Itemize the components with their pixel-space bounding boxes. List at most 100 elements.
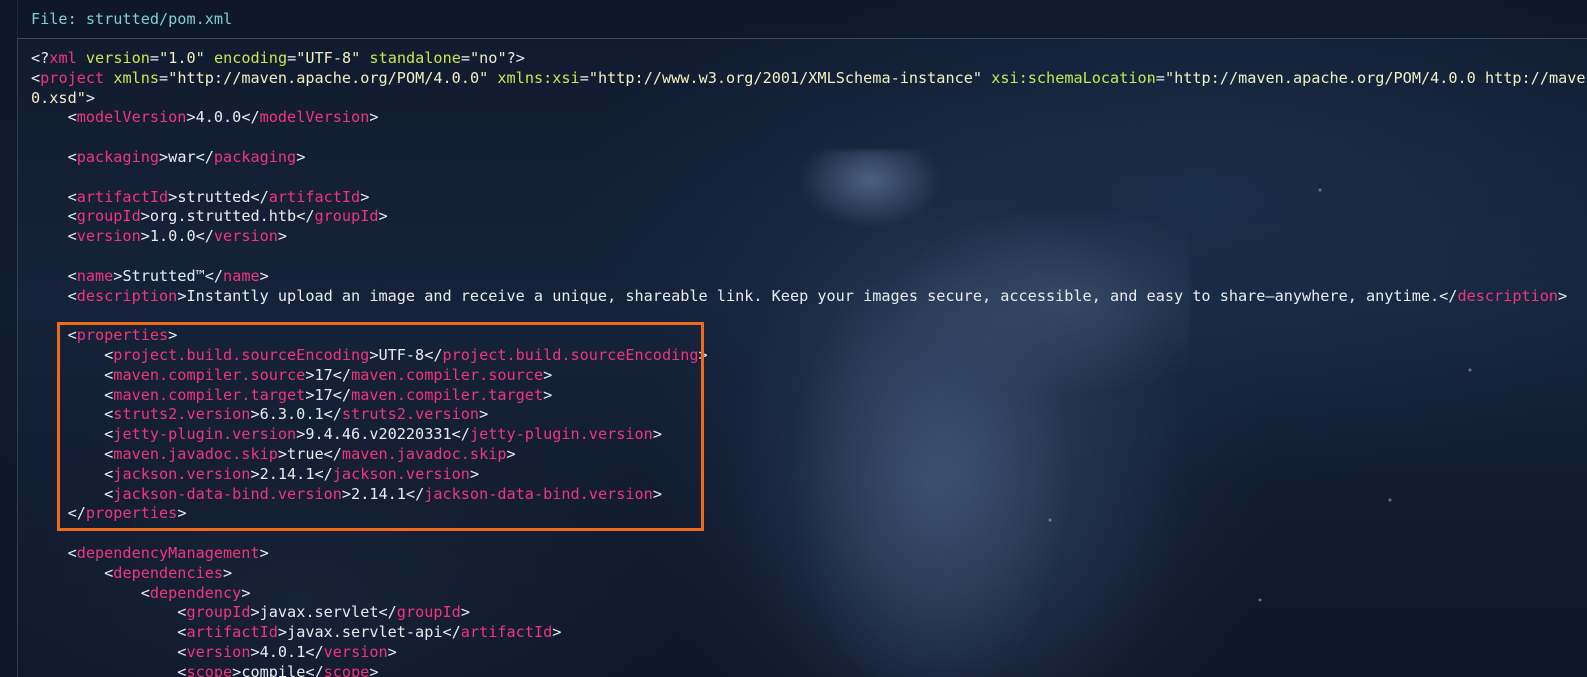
xml-tag-name: jackson.version: [113, 464, 251, 483]
xml-tag-name: version: [186, 642, 251, 661]
xml-tag-name: scope: [186, 662, 233, 677]
xml-tag-name: struts2.version: [113, 405, 251, 424]
code-punctuation: [982, 69, 991, 87]
xml-tag-name: properties: [85, 504, 178, 523]
code-punctuation: <: [31, 583, 150, 602]
code-punctuation: >: [250, 464, 260, 483]
code-punctuation: </: [296, 207, 315, 226]
code-punctuation: >: [378, 207, 388, 226]
code-punctuation: >: [250, 603, 260, 622]
code-punctuation: <: [31, 563, 114, 582]
xml-tag-name: maven.compiler.source: [351, 365, 544, 384]
code-punctuation: >: [360, 187, 370, 206]
xml-attribute: encoding: [213, 49, 288, 67]
xml-text: 4.0.0: [195, 108, 242, 127]
xml-tag-name: description: [76, 286, 178, 305]
xml-attribute: xsi:schemaLocation: [991, 68, 1156, 87]
code-line: <name>Strutted™</name>: [31, 267, 1587, 287]
code-punctuation: >: [552, 623, 562, 642]
code-punctuation: =: [287, 49, 297, 67]
xml-tag-name: artifactId: [460, 623, 553, 642]
xml-tag-name: jackson.version: [332, 464, 470, 483]
xml-text: javax.servlet: [259, 603, 379, 622]
code-punctuation: <: [31, 405, 114, 424]
code-punctuation: >: [277, 227, 288, 246]
code-punctuation: >: [140, 227, 150, 246]
xml-tag-name: xml: [49, 49, 77, 67]
code-punctuation: >: [543, 385, 553, 404]
code-punctuation: </: [451, 425, 470, 444]
code-punctuation: >: [177, 504, 187, 523]
code-line: <maven.compiler.target>17</maven.compile…: [31, 386, 1587, 406]
xml-tag-name: groupId: [76, 207, 141, 226]
xml-attribute: xmlns:xsi: [497, 68, 580, 87]
xml-tag-name: jackson-data-bind.version: [113, 484, 342, 503]
code-punctuation: <: [31, 326, 77, 345]
code-punctuation: >: [232, 662, 242, 677]
code-line: <dependencyManagement>: [31, 544, 1587, 564]
code-punctuation: >: [168, 187, 178, 206]
code-punctuation: >: [259, 266, 269, 285]
code-line: </properties>: [31, 504, 1587, 524]
code-line: <?xml version="1.0" encoding="UTF-8" sta…: [31, 49, 1587, 69]
code-punctuation: <: [31, 444, 114, 463]
file-header: File: strutted/pom.xml: [17, 0, 1587, 39]
code-punctuation: </: [405, 484, 425, 503]
code-punctuation: [104, 69, 113, 87]
code-punctuation: </: [305, 642, 324, 661]
code-punctuation: >: [506, 444, 516, 463]
code-punctuation: <: [31, 147, 77, 166]
xml-tag-name: groupId: [396, 603, 461, 622]
code-line: <dependencies>: [31, 564, 1587, 584]
code-punctuation: >: [85, 88, 96, 107]
code-punctuation: <: [31, 464, 114, 483]
code-punctuation: </: [204, 266, 224, 285]
code-line: <dependency>: [31, 584, 1587, 604]
code-punctuation: =: [149, 49, 160, 67]
xml-string: "http://maven.apache.org/POM/4.0.0 http:…: [1164, 68, 1587, 87]
xml-tag-name: project.build.sourceEncoding: [442, 345, 699, 364]
xml-text: war: [168, 147, 196, 166]
code-punctuation: >: [652, 425, 662, 444]
code-punctuation: <: [31, 187, 77, 206]
code-punctuation: >: [1558, 286, 1568, 305]
code-line: <artifactId>javax.servlet-api</artifactI…: [31, 623, 1587, 643]
xml-string: "http://maven.apache.org/POM/4.0.0": [168, 68, 489, 87]
code-punctuation: </: [1439, 286, 1458, 305]
xml-tag-name: maven.compiler.target: [113, 385, 306, 404]
line-gutter: [0, 0, 18, 677]
code-line: <project xmlns="http://maven.apache.org/…: [31, 69, 1587, 89]
code-view[interactable]: <?xml version="1.0" encoding="UTF-8" sta…: [31, 49, 1587, 677]
code-line: <jackson-data-bind.version>2.14.1</jacks…: [31, 485, 1587, 505]
code-punctuation: </: [195, 227, 214, 246]
code-punctuation: >: [186, 108, 196, 127]
code-line: <packaging>war</packaging>: [31, 148, 1587, 168]
xml-tag-name: packaging: [213, 147, 297, 166]
code-punctuation: [77, 49, 86, 67]
code-punctuation: ?>: [506, 49, 525, 67]
xml-string: "1.0": [159, 49, 205, 67]
xml-tag-name: project: [40, 68, 105, 87]
xml-tag-name: modelVersion: [76, 108, 187, 127]
xml-tag-name: struts2.version: [341, 405, 480, 424]
xml-attribute: standalone: [369, 49, 461, 67]
code-punctuation: [205, 49, 214, 67]
xml-string: "no": [470, 49, 507, 67]
xml-text: 1.0.0: [149, 227, 196, 246]
code-punctuation: >: [250, 642, 260, 661]
code-punctuation: >: [168, 326, 178, 345]
xml-text: strutted: [177, 187, 251, 206]
xml-tag-name: name: [76, 266, 114, 285]
code-punctuation: <: [31, 425, 114, 444]
code-punctuation: >: [698, 345, 708, 364]
xml-text: 9.4.46.v20220331: [305, 425, 452, 444]
xml-attribute: version: [85, 49, 150, 67]
code-line: <description>Instantly upload an image a…: [31, 287, 1587, 307]
code-line: <jackson.version>2.14.1</jackson.version…: [31, 465, 1587, 485]
code-punctuation: >: [277, 444, 288, 463]
xml-tag-name: groupId: [314, 207, 379, 226]
code-punctuation: </: [332, 365, 352, 384]
code-punctuation: >: [296, 147, 306, 166]
code-punctuation: >: [652, 484, 662, 503]
